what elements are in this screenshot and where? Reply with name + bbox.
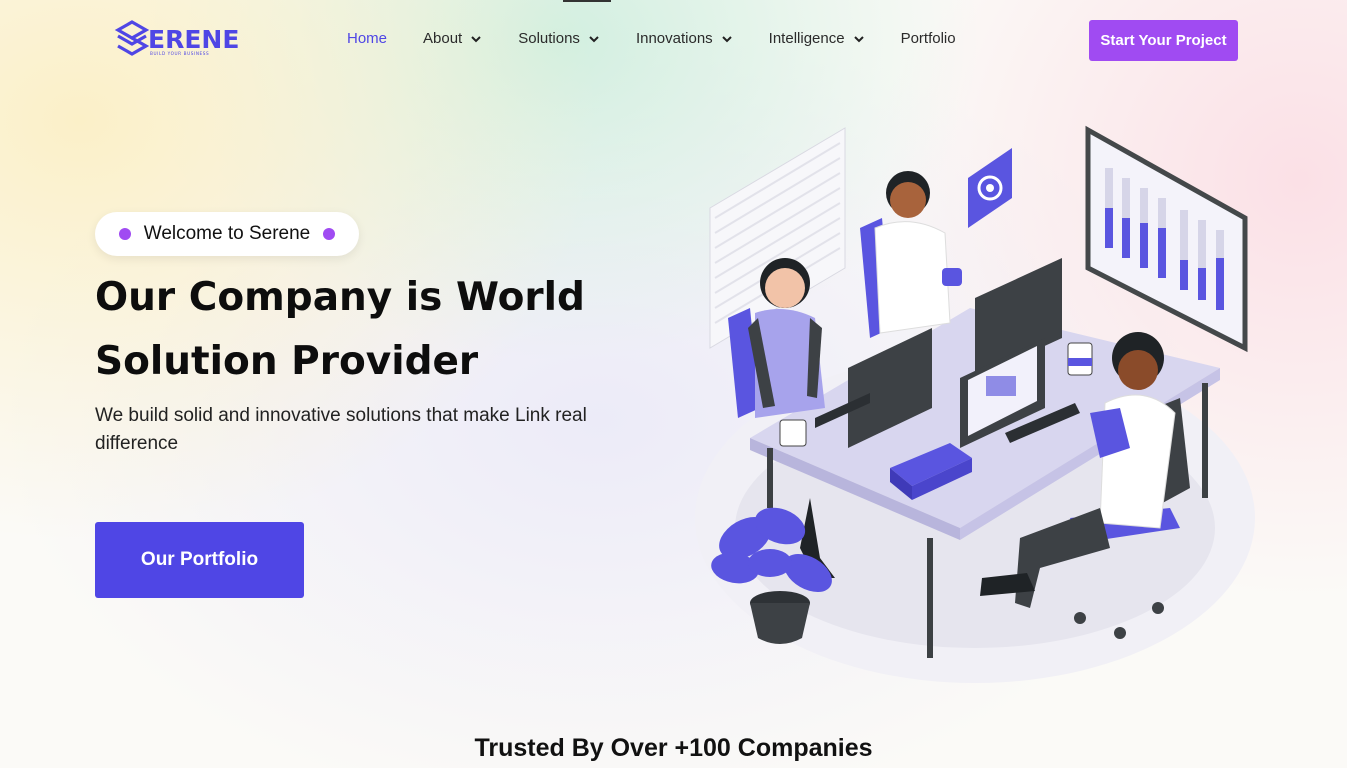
dot-icon: [323, 228, 336, 240]
chevron-down-icon: [471, 35, 481, 42]
nav-item-label: Intelligence: [768, 30, 845, 47]
site-header: ERENE BUILD YOUR BUSINESS Home About Sol…: [0, 0, 1347, 80]
start-project-button[interactable]: Start Your Project: [1089, 20, 1238, 61]
main-navigation: Home About Solutions Innovations Intelli…: [347, 30, 992, 47]
nav-item-solutions[interactable]: Solutions: [518, 30, 600, 47]
hero-title-line2: Solution Provider: [95, 339, 479, 384]
nav-item-innovations[interactable]: Innovations: [636, 30, 733, 47]
nav-item-label: Portfolio: [900, 30, 956, 47]
nav-item-home[interactable]: Home: [347, 30, 387, 47]
our-portfolio-button[interactable]: Our Portfolio: [95, 522, 304, 598]
chevron-down-icon: [853, 35, 864, 42]
logo-text: ERENE: [148, 25, 239, 54]
nav-item-about[interactable]: About: [423, 30, 482, 47]
chevron-down-icon: [721, 35, 732, 42]
trusted-heading: Trusted By Over +100 Companies: [474, 734, 873, 762]
chevron-down-icon: [589, 35, 599, 42]
hero-illustration: [690, 118, 1270, 688]
brand-logo[interactable]: ERENE BUILD YOUR BUSINESS: [112, 18, 242, 60]
hero-subtitle: We build solid and innovative solutions …: [95, 405, 587, 454]
welcome-text: Welcome to Serene: [143, 223, 311, 244]
nav-item-label: Solutions: [518, 30, 580, 47]
hero-title: Our Company is World Solution Provider: [95, 266, 655, 394]
nav-item-label: Innovations: [635, 30, 713, 47]
dot-icon: [118, 228, 131, 240]
nav-item-intelligence[interactable]: Intelligence: [769, 30, 865, 47]
nav-item-portfolio[interactable]: Portfolio: [901, 30, 956, 47]
svg-text:BUILD YOUR BUSINESS: BUILD YOUR BUSINESS: [150, 51, 209, 56]
nav-item-label: About: [423, 30, 463, 47]
welcome-badge: Welcome to Serene: [95, 212, 359, 256]
hero-title-line1: Our Company is World: [95, 275, 585, 320]
nav-item-label: Home: [347, 30, 388, 47]
